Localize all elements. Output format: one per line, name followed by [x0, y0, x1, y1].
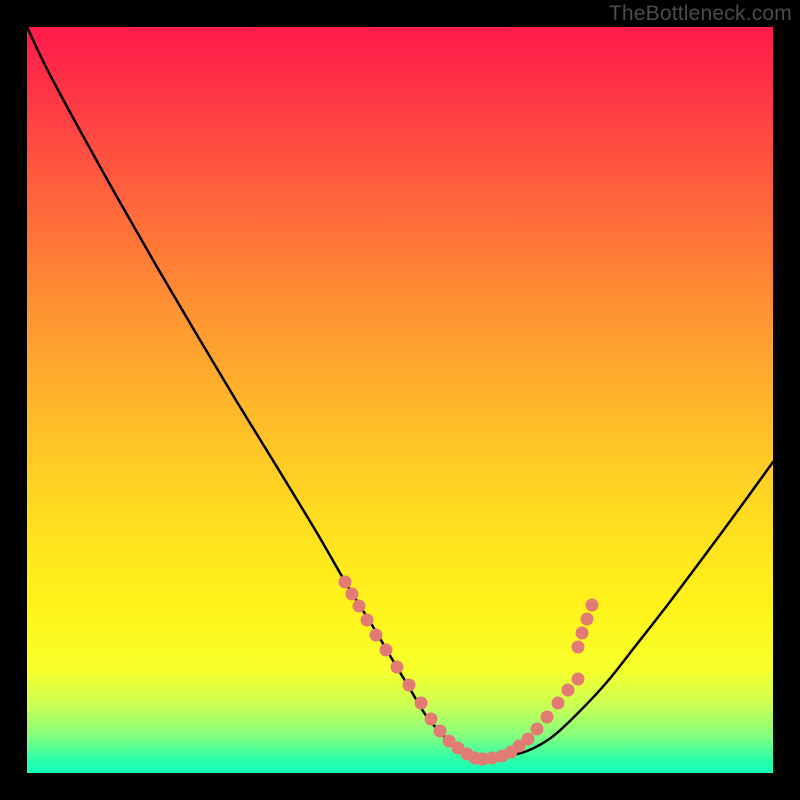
data-dot [531, 723, 544, 736]
data-dot [391, 661, 404, 674]
data-dot [581, 613, 594, 626]
data-dot [380, 644, 393, 657]
data-dot [353, 600, 366, 613]
data-dot [541, 711, 554, 724]
data-dot [370, 629, 383, 642]
plot-area [27, 27, 773, 773]
curve-right-branch [479, 462, 773, 759]
curve-overlay [27, 27, 773, 773]
data-dot [522, 733, 535, 746]
data-dot [572, 641, 585, 654]
data-dot [576, 627, 589, 640]
watermark-text: TheBottleneck.com [609, 2, 792, 26]
data-dot [361, 614, 374, 627]
data-dot [572, 673, 585, 686]
data-dot [415, 697, 428, 710]
data-dot [552, 697, 565, 710]
data-dot [339, 576, 352, 589]
data-dot [346, 588, 359, 601]
data-dot [425, 713, 438, 726]
data-dot [562, 684, 575, 697]
data-dot [586, 599, 599, 612]
curve-left-branch [27, 27, 479, 759]
data-dot [403, 679, 416, 692]
data-dot [434, 725, 447, 738]
